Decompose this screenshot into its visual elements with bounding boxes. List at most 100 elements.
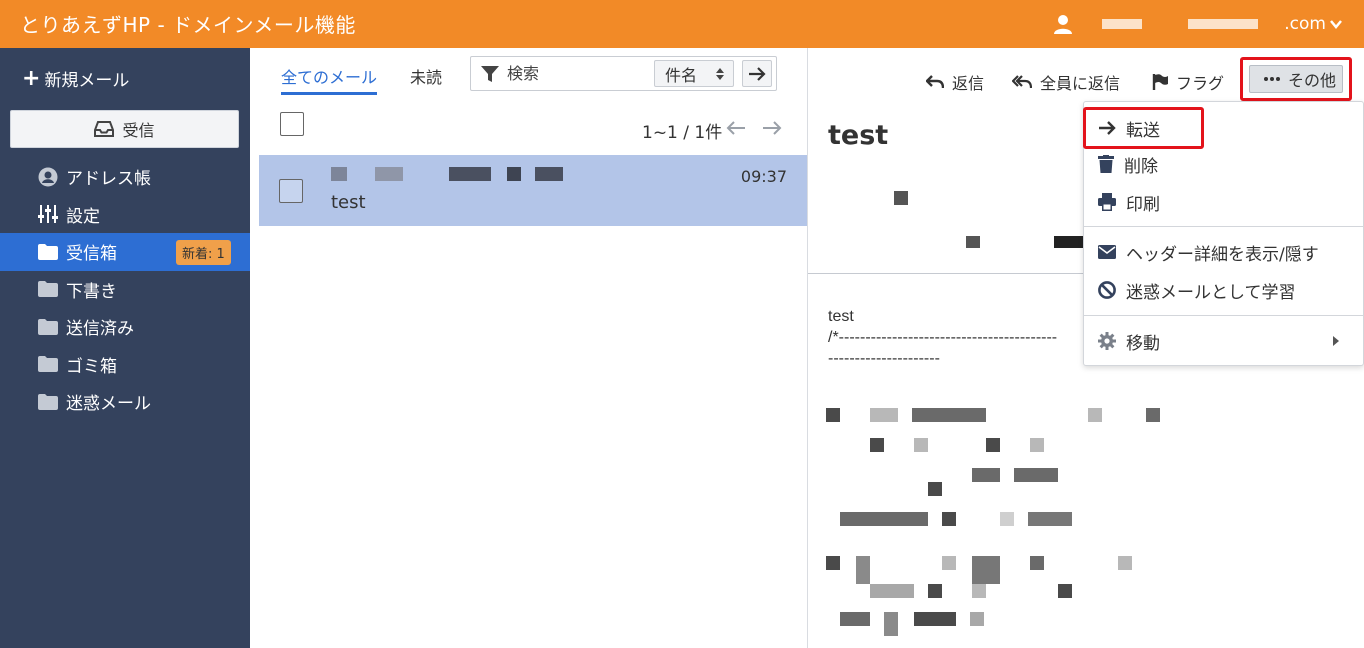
ban-icon: [1098, 281, 1116, 299]
sidebar-item-label: ゴミ箱: [66, 356, 117, 377]
pixelated-text: [884, 612, 898, 636]
pixelated-text: [970, 612, 984, 626]
app-title: とりあえずHP - ドメインメール機能: [20, 13, 356, 37]
tab-all-mail[interactable]: 全てのメール: [281, 64, 378, 95]
inbox-tray-icon: [94, 121, 115, 137]
search-field-value: 件名: [665, 65, 698, 85]
trash-icon: [1098, 155, 1114, 173]
arrow-right-icon: [749, 66, 766, 81]
more-label: その他: [1288, 71, 1337, 90]
pixelated-text: [966, 236, 980, 248]
sidebar-item-address-book[interactable]: アドレス帳: [0, 158, 250, 196]
compose-label: 新規メール: [44, 71, 130, 91]
pixelated-text: [972, 556, 1000, 584]
menu-item-delete[interactable]: 削除: [1084, 147, 1364, 181]
pixelated-text: [375, 167, 403, 181]
sidebar-item-label: 設定: [66, 206, 100, 227]
pixelated-text: [826, 556, 840, 570]
menu-item-label: 削除: [1124, 156, 1158, 177]
sliders-icon: [38, 205, 58, 224]
pixelated-text: [942, 512, 956, 526]
masked-username: [1102, 19, 1143, 29]
pixelated-text: [894, 191, 908, 205]
pixelated-text: [1088, 408, 1102, 422]
menu-item-move[interactable]: 移動: [1084, 324, 1364, 358]
search-field-select[interactable]: 件名: [654, 60, 734, 87]
menu-item-mark-spam[interactable]: 迷惑メールとして学習: [1084, 273, 1364, 307]
sidebar: + 新規メール 受信 アドレス帳 設定 受信箱 新着: 1 下書き 送信済み ゴ…: [0, 48, 250, 648]
filter-icon[interactable]: [481, 65, 499, 83]
arrow-left-icon[interactable]: [726, 120, 746, 136]
ellipsis-icon: [1264, 77, 1280, 81]
folder-icon: [38, 281, 58, 298]
new-mail-badge: 新着: 1: [176, 240, 231, 265]
pixelated-text: [1030, 556, 1044, 570]
sidebar-item-inbox[interactable]: 受信箱 新着: 1: [0, 233, 250, 271]
more-button[interactable]: その他: [1249, 65, 1343, 93]
flag-label: フラグ: [1176, 74, 1225, 93]
user-domain: .com: [1284, 14, 1326, 34]
user-menu[interactable]: .com: [1054, 11, 1342, 37]
body-line: /*--------------------------------------…: [828, 329, 1058, 346]
gear-icon: [1098, 332, 1116, 350]
flag-button[interactable]: フラグ: [1152, 70, 1224, 94]
sidebar-item-trash[interactable]: ゴミ箱: [0, 346, 250, 384]
tab-unread[interactable]: 未読: [410, 64, 442, 88]
folder-icon: [38, 318, 58, 335]
select-all-checkbox[interactable]: [280, 112, 304, 136]
pixelated-text: [1146, 408, 1160, 422]
pixelated-text: [1028, 512, 1072, 526]
sidebar-item-drafts[interactable]: 下書き: [0, 271, 250, 309]
sidebar-item-settings[interactable]: 設定: [0, 196, 250, 234]
menu-item-label: ヘッダー詳細を表示/隠す: [1126, 244, 1319, 265]
pixelated-text: [826, 408, 840, 422]
sidebar-item-sent[interactable]: 送信済み: [0, 308, 250, 346]
search-submit-button[interactable]: [742, 60, 772, 87]
pixelated-text: [986, 438, 1000, 452]
pixelated-text: [840, 612, 870, 626]
menu-item-label: 印刷: [1126, 194, 1160, 215]
pager-text: 1~1 / 1件: [642, 123, 723, 143]
more-button-highlight: その他: [1240, 57, 1352, 101]
pixelated-text: [870, 438, 884, 452]
message-subject-heading: test: [828, 120, 889, 151]
pixelated-text: [1058, 584, 1072, 598]
table-row[interactable]: test 09:37: [259, 155, 807, 226]
pixelated-text: [1118, 556, 1132, 570]
menu-item-print[interactable]: 印刷: [1084, 185, 1364, 219]
menu-item-label: 移動: [1126, 333, 1160, 354]
menu-divider: [1084, 315, 1364, 316]
pixelated-text: [928, 584, 942, 598]
reply-button[interactable]: 返信: [926, 70, 984, 94]
pixelated-text: [914, 612, 942, 626]
pixelated-text: [870, 584, 914, 598]
pixelated-text: [928, 482, 942, 496]
reply-all-label: 全員に返信: [1040, 74, 1121, 93]
pixelated-text: [1000, 512, 1014, 526]
folder-icon: [38, 393, 58, 410]
plus-icon: +: [22, 66, 41, 91]
masked-username: [1188, 19, 1259, 29]
sort-updown-icon: [716, 68, 724, 80]
search-input[interactable]: [507, 64, 667, 83]
pixelated-text: [449, 167, 491, 181]
body-line: ---------------------: [828, 350, 940, 367]
message-checkbox[interactable]: [279, 179, 303, 203]
folder-icon: [38, 356, 58, 373]
receive-button[interactable]: 受信: [10, 110, 239, 148]
reply-all-icon: [1012, 75, 1032, 89]
reply-all-button[interactable]: 全員に返信: [1012, 70, 1120, 94]
forward-highlight-box: [1083, 107, 1204, 149]
body-line: test: [828, 308, 854, 325]
menu-item-toggle-headers[interactable]: ヘッダー詳細を表示/隠す: [1084, 235, 1364, 269]
pixelated-text: [507, 167, 521, 181]
arrow-right-icon[interactable]: [762, 120, 782, 136]
folder-nav: アドレス帳 設定 受信箱 新着: 1 下書き 送信済み ゴミ箱 迷惑メール: [0, 158, 250, 421]
sidebar-item-spam[interactable]: 迷惑メール: [0, 383, 250, 421]
compose-button[interactable]: + 新規メール: [22, 66, 129, 91]
printer-icon: [1098, 193, 1116, 211]
sidebar-item-label: 下書き: [66, 281, 117, 302]
caret-right-icon: [1333, 336, 1339, 346]
pixelated-text: [856, 556, 870, 584]
message-subject: test: [331, 192, 366, 213]
